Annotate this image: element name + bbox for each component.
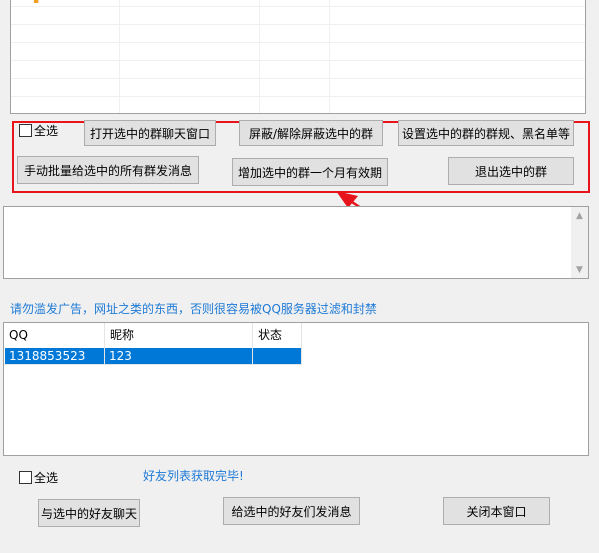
column-header-nickname[interactable]: 昵称 [105, 323, 252, 347]
warning-text: 请勿滥发广告，网址之类的东西，否则很容易被QQ服务器过滤和封禁 [10, 302, 377, 316]
message-friends-button[interactable]: 给选中的好友们发消息 [223, 497, 360, 525]
column-header-qq[interactable]: QQ [4, 323, 104, 347]
friend-status-text: 好友列表获取完毕! [143, 469, 244, 483]
checkbox-box[interactable] [19, 471, 32, 484]
exit-group-button[interactable]: 退出选中的群 [448, 157, 574, 185]
chat-friend-button[interactable]: 与选中的好友聊天 [38, 499, 140, 527]
scroll-down-icon[interactable]: ▼ [571, 261, 588, 278]
friend-select-all-checkbox[interactable]: 全选 [19, 469, 58, 486]
group-row-icon: ▪ [33, 0, 40, 6]
friend-list-row[interactable]: 1318853523 123 [5, 348, 301, 364]
message-input-scrollbar[interactable]: ▲ ▼ [571, 207, 588, 278]
bulk-group-message-button[interactable]: 手动批量给选中的所有群发消息 [17, 156, 199, 184]
scroll-up-icon[interactable]: ▲ [571, 207, 588, 224]
friend-select-all-label: 全选 [34, 471, 59, 485]
set-group-rules-button[interactable]: 设置选中的群的群规、黑名单等 [398, 120, 574, 146]
group-row-mark: ˙ [114, 0, 119, 6]
column-header-status[interactable]: 状态 [253, 323, 301, 347]
friend-list[interactable]: QQ 昵称 状态 1318853523 123 [3, 322, 589, 456]
block-group-button[interactable]: 屏蔽/解除屏蔽选中的群 [239, 120, 383, 146]
friend-qq: 1318853523 [9, 349, 86, 363]
open-group-chat-button[interactable]: 打开选中的群聊天窗口 [84, 120, 216, 146]
friend-list-header: QQ 昵称 状态 [4, 323, 588, 347]
message-input[interactable]: ▲ ▼ [3, 206, 589, 279]
close-window-button[interactable]: 关闭本窗口 [443, 497, 550, 525]
friend-status [253, 348, 301, 364]
group-list[interactable]: ▪ ˙ [10, 0, 586, 114]
extend-group-month-button[interactable]: 增加选中的群一个月有效期 [232, 158, 388, 186]
friend-nickname: 123 [109, 349, 132, 363]
